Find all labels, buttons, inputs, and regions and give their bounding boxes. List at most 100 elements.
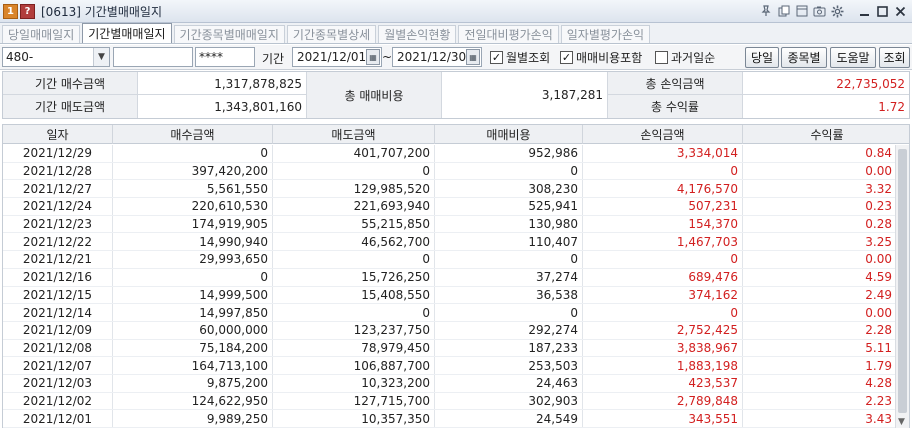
end-date-field[interactable]: 2021/12/30 ▦ bbox=[392, 47, 482, 67]
column-header-date[interactable]: 일자 bbox=[3, 125, 113, 144]
calendar-icon[interactable]: ▦ bbox=[366, 49, 380, 65]
cell-buy: 14,990,940 bbox=[113, 233, 273, 251]
tab-period-stock-journal[interactable]: 기간종목별매매일지 bbox=[173, 25, 285, 43]
cell-rate: 3.25 bbox=[743, 233, 897, 251]
start-date-field[interactable]: 2021/12/01 ▦ bbox=[292, 47, 382, 67]
cell-cost: 130,980 bbox=[435, 215, 583, 233]
password-field[interactable]: **** bbox=[195, 47, 255, 67]
divider bbox=[137, 72, 138, 118]
cell-buy: 60,000,000 bbox=[113, 321, 273, 339]
table-row[interactable]: 2021/12/24 220,610,530 221,693,940 525,941 5… bbox=[3, 198, 897, 216]
table-row[interactable]: 2021/12/08 75,184,200 78,979,450 187,233 3,8… bbox=[3, 339, 897, 358]
cell-profit: 4,176,570 bbox=[583, 180, 743, 198]
table-row[interactable]: 2021/12/27 5,561,550 129,985,520 308,230 4,1… bbox=[3, 180, 897, 199]
cell-rate: 3.32 bbox=[743, 180, 897, 198]
cell-rate: 0.00 bbox=[743, 304, 897, 321]
cell-date: 2021/12/07 bbox=[3, 357, 113, 374]
screen-number-badge[interactable]: 1 bbox=[3, 3, 18, 19]
past-order-checkbox[interactable]: 과거일순 bbox=[655, 49, 715, 66]
table-row[interactable]: 2021/12/22 14,990,940 46,562,700 110,407 1,4… bbox=[3, 233, 897, 252]
cell-date: 2021/12/03 bbox=[3, 374, 113, 392]
column-header-buy[interactable]: 매수금액 bbox=[113, 125, 273, 144]
cell-buy: 220,610,530 bbox=[113, 198, 273, 215]
checkbox-unchecked-icon[interactable] bbox=[655, 51, 668, 64]
period-sell-label: 기간 매도금액 bbox=[3, 95, 137, 118]
camera-icon[interactable] bbox=[812, 4, 827, 19]
window-title: [0613] 기간별매매일지 bbox=[41, 4, 162, 19]
cell-sell: 46,562,700 bbox=[273, 233, 435, 251]
close-icon[interactable] bbox=[893, 4, 908, 19]
separator bbox=[848, 4, 854, 19]
checkbox-checked-icon[interactable]: ✓ bbox=[490, 51, 503, 64]
table-row[interactable]: 2021/12/21 29,993,650 0 0 0 0.00 bbox=[3, 251, 897, 269]
include-fees-label: 매매비용포함 bbox=[576, 51, 643, 65]
vertical-scrollbar[interactable]: ▼ bbox=[895, 145, 909, 428]
maximize-icon[interactable] bbox=[875, 4, 890, 19]
total-profit-value: 22,735,052 bbox=[743, 72, 909, 95]
column-header-rate[interactable]: 수익률 bbox=[743, 125, 909, 144]
help-badge[interactable]: ? bbox=[20, 3, 35, 19]
gear-icon[interactable] bbox=[830, 4, 845, 19]
cell-sell: 221,693,940 bbox=[273, 198, 435, 215]
divider bbox=[607, 94, 909, 95]
account-select[interactable]: 480- ▼ bbox=[2, 47, 110, 67]
account-value: 480- bbox=[6, 50, 34, 64]
tab-daily-journal[interactable]: 당일매매일지 bbox=[2, 25, 81, 43]
table-row[interactable]: 2021/12/16 0 15,726,250 37,274 689,476 4.59 bbox=[3, 268, 897, 287]
table-row[interactable]: 2021/12/01 9,989,250 10,357,350 24,549 343,5… bbox=[3, 410, 897, 428]
total-rate-value: 1.72 bbox=[743, 95, 909, 118]
cell-date: 2021/12/08 bbox=[3, 339, 113, 357]
cell-rate: 5.11 bbox=[743, 339, 897, 357]
include-fees-checkbox[interactable]: ✓ 매매비용포함 bbox=[560, 49, 642, 66]
query-button[interactable]: 조회 bbox=[879, 47, 910, 68]
by-stock-button[interactable]: 종목별 bbox=[781, 47, 827, 68]
cell-date: 2021/12/28 bbox=[3, 162, 113, 180]
cell-rate: 2.49 bbox=[743, 286, 897, 304]
cell-cost: 0 bbox=[435, 304, 583, 321]
end-date-value: 2021/12/30 bbox=[397, 50, 467, 64]
monthly-query-checkbox[interactable]: ✓ 월별조회 bbox=[490, 49, 550, 66]
tab-period-stock-detail[interactable]: 기간종목별상세 bbox=[286, 25, 377, 43]
pin-icon[interactable] bbox=[758, 4, 773, 19]
screen-tabs: 당일매매일지 기간별매매일지 기간종목별매매일지 기간종목별상세 월별손익현황 … bbox=[0, 23, 912, 44]
minimize-icon[interactable] bbox=[857, 4, 872, 19]
table-row[interactable]: 2021/12/23 174,919,905 55,215,850 130,980 15… bbox=[3, 215, 897, 234]
table-row[interactable]: 2021/12/07 164,713,100 106,887,700 253,503 1… bbox=[3, 357, 897, 375]
cell-rate: 0.23 bbox=[743, 198, 897, 215]
column-header-profit[interactable]: 손익금액 bbox=[583, 125, 743, 144]
today-button[interactable]: 당일 bbox=[745, 47, 779, 68]
column-header-sell[interactable]: 매도금액 bbox=[273, 125, 435, 144]
tab-period-journal[interactable]: 기간별매매일지 bbox=[82, 23, 172, 43]
cell-buy: 14,999,500 bbox=[113, 286, 273, 304]
cell-cost: 36,538 bbox=[435, 286, 583, 304]
checkbox-checked-icon[interactable]: ✓ bbox=[560, 51, 573, 64]
column-header-cost[interactable]: 매매비용 bbox=[435, 125, 583, 144]
calendar-icon[interactable]: ▦ bbox=[466, 49, 480, 65]
cell-sell: 123,237,750 bbox=[273, 321, 435, 339]
table-row[interactable]: 2021/12/03 9,875,200 10,323,200 24,463 423,5… bbox=[3, 374, 897, 393]
cell-rate: 0.00 bbox=[743, 251, 897, 268]
table-row[interactable]: 2021/12/02 124,622,950 127,715,700 302,903 2… bbox=[3, 392, 897, 411]
divider bbox=[742, 72, 743, 118]
scroll-down-arrow-icon[interactable]: ▼ bbox=[898, 417, 905, 427]
table-row[interactable]: 2021/12/29 0 401,707,200 952,986 3,334,014 0.… bbox=[3, 145, 897, 163]
table-row[interactable]: 2021/12/14 14,997,850 0 0 0 0.00 bbox=[3, 304, 897, 322]
cell-sell: 401,707,200 bbox=[273, 145, 435, 162]
copy-icon[interactable] bbox=[776, 4, 791, 19]
account-name-field[interactable] bbox=[113, 47, 193, 67]
tab-prev-day-valuation[interactable]: 전일대비평가손익 bbox=[458, 25, 559, 43]
table-header: 일자 매수금액 매도금액 매매비용 손익금액 수익률 bbox=[3, 125, 909, 144]
cell-date: 2021/12/02 bbox=[3, 392, 113, 410]
table-row[interactable]: 2021/12/09 60,000,000 123,237,750 292,274 2,… bbox=[3, 321, 897, 340]
total-cost-label: 총 매매비용 bbox=[307, 72, 441, 118]
scrollbar-thumb[interactable] bbox=[898, 149, 907, 413]
cell-profit: 507,231 bbox=[583, 198, 743, 215]
cell-profit: 2,789,848 bbox=[583, 392, 743, 410]
tab-daily-valuation[interactable]: 일자별평가손익 bbox=[560, 25, 651, 43]
help-button[interactable]: 도움말 bbox=[830, 47, 876, 68]
tab-monthly-profit[interactable]: 월별손익현황 bbox=[378, 25, 457, 43]
window-icon[interactable] bbox=[794, 4, 809, 19]
chevron-down-icon[interactable]: ▼ bbox=[93, 48, 109, 66]
table-row[interactable]: 2021/12/28 397,420,200 0 0 0 0.00 bbox=[3, 162, 897, 181]
table-row[interactable]: 2021/12/15 14,999,500 15,408,550 36,538 374,… bbox=[3, 286, 897, 305]
